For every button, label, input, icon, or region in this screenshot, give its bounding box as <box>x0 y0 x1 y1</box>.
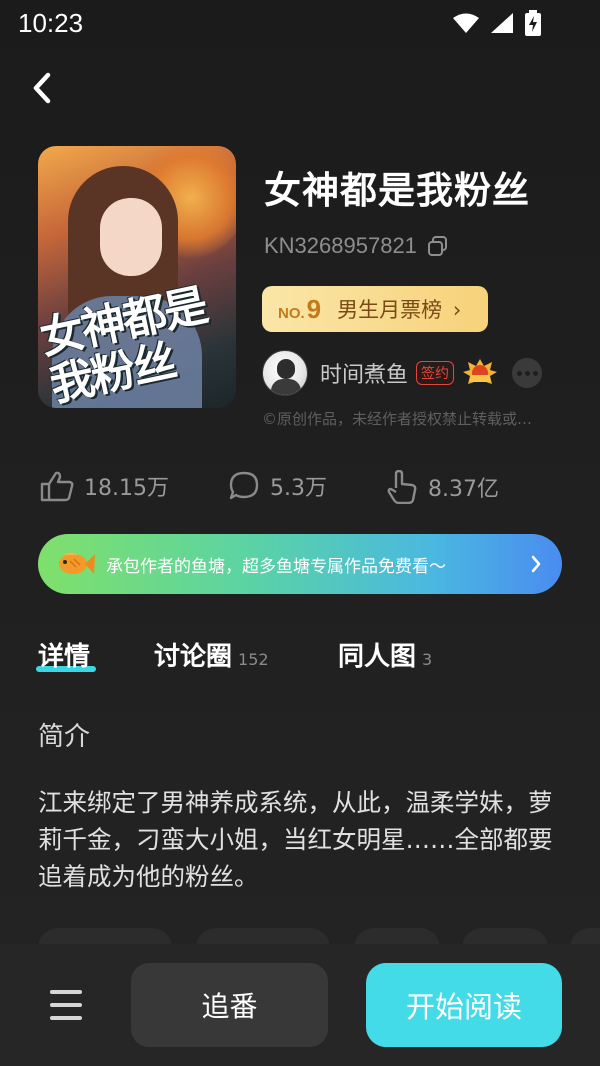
status-icons <box>452 10 542 36</box>
more-icon[interactable] <box>512 358 543 388</box>
honor-medal-icon <box>463 359 498 384</box>
chevron-right-icon: › <box>452 298 462 322</box>
battery-icon <box>525 10 541 36</box>
chevron-right-icon <box>531 555 541 573</box>
comments-stat[interactable]: 5.3万 <box>228 470 327 502</box>
tab-count: 152 <box>238 650 269 669</box>
cover-face <box>100 198 162 276</box>
fish-banner-text: 承包作者的鱼塘，超多鱼塘专属作品免费看～ <box>106 556 446 577</box>
menu-icon[interactable] <box>50 990 82 1020</box>
detail-tabs: 详情 讨论圈 152 同人图 3 <box>36 636 578 680</box>
back-button[interactable] <box>22 66 62 110</box>
author-avatar[interactable] <box>262 350 308 396</box>
signed-badge: 签约 <box>416 361 455 385</box>
likes-stat[interactable]: 18.15万 <box>40 470 169 502</box>
copyright-notice: ©原创作品，未经作者授权禁止转载或… <box>262 410 533 428</box>
tab-count: 3 <box>422 650 433 669</box>
comment-bubble-icon <box>229 471 259 500</box>
intro-heading: 简介 <box>38 722 91 752</box>
likes-count: 18.15万 <box>84 476 169 501</box>
comments-count: 5.3万 <box>270 476 327 501</box>
intro-body: 江来绑定了男神养成系统，从此，温柔学妹，萝莉千金，刁蛮大小姐，当红女明星……全部… <box>38 788 553 891</box>
book-title: 女神都是我粉丝 <box>264 169 530 212</box>
tab-discussion[interactable]: 讨论圈 152 <box>154 636 269 673</box>
fish-icon <box>59 552 95 574</box>
book-cover[interactable]: 女神都是 我粉丝 <box>38 146 236 408</box>
tab-detail[interactable]: 详情 <box>36 636 96 673</box>
tab-fan-art[interactable]: 同人图 3 <box>338 636 432 673</box>
avatar-body <box>271 379 301 395</box>
fish-pond-banner[interactable]: 承包作者的鱼塘，超多鱼塘专属作品免费看～ <box>38 534 562 594</box>
views-count: 8.37亿 <box>428 477 499 502</box>
copy-icon[interactable] <box>427 235 449 257</box>
start-reading-button[interactable]: 开始阅读 <box>366 963 562 1047</box>
status-time: 10:23 <box>18 8 84 38</box>
book-id: KN3268957821 <box>264 233 417 258</box>
wifi-icon <box>453 13 479 33</box>
author-row[interactable]: 时间煮鱼 签约 <box>262 350 543 396</box>
tab-label: 讨论圈 <box>154 642 233 672</box>
book-id-row: KN3268957821 <box>264 233 449 259</box>
author-name[interactable]: 时间煮鱼 <box>320 357 408 389</box>
tap-hand-icon <box>387 470 417 504</box>
rank-number: NO. 9 <box>278 294 321 325</box>
signal-icon <box>491 13 513 33</box>
rank-label: 男生月票榜 › <box>337 294 461 324</box>
tab-label: 详情 <box>38 642 91 672</box>
rank-no-label: NO. <box>278 304 305 322</box>
chevron-left-icon <box>33 72 51 104</box>
views-stat: 8.37亿 <box>386 470 499 504</box>
follow-button[interactable]: 追番 <box>131 963 328 1047</box>
rank-badge[interactable]: NO. 9 男生月票榜 › <box>262 286 488 332</box>
thumbs-up-icon <box>40 471 74 502</box>
rank-no-value: 9 <box>306 293 322 324</box>
rank-label-text: 男生月票榜 <box>337 298 443 322</box>
avatar-head <box>277 359 295 379</box>
tab-label: 同人图 <box>338 642 417 672</box>
